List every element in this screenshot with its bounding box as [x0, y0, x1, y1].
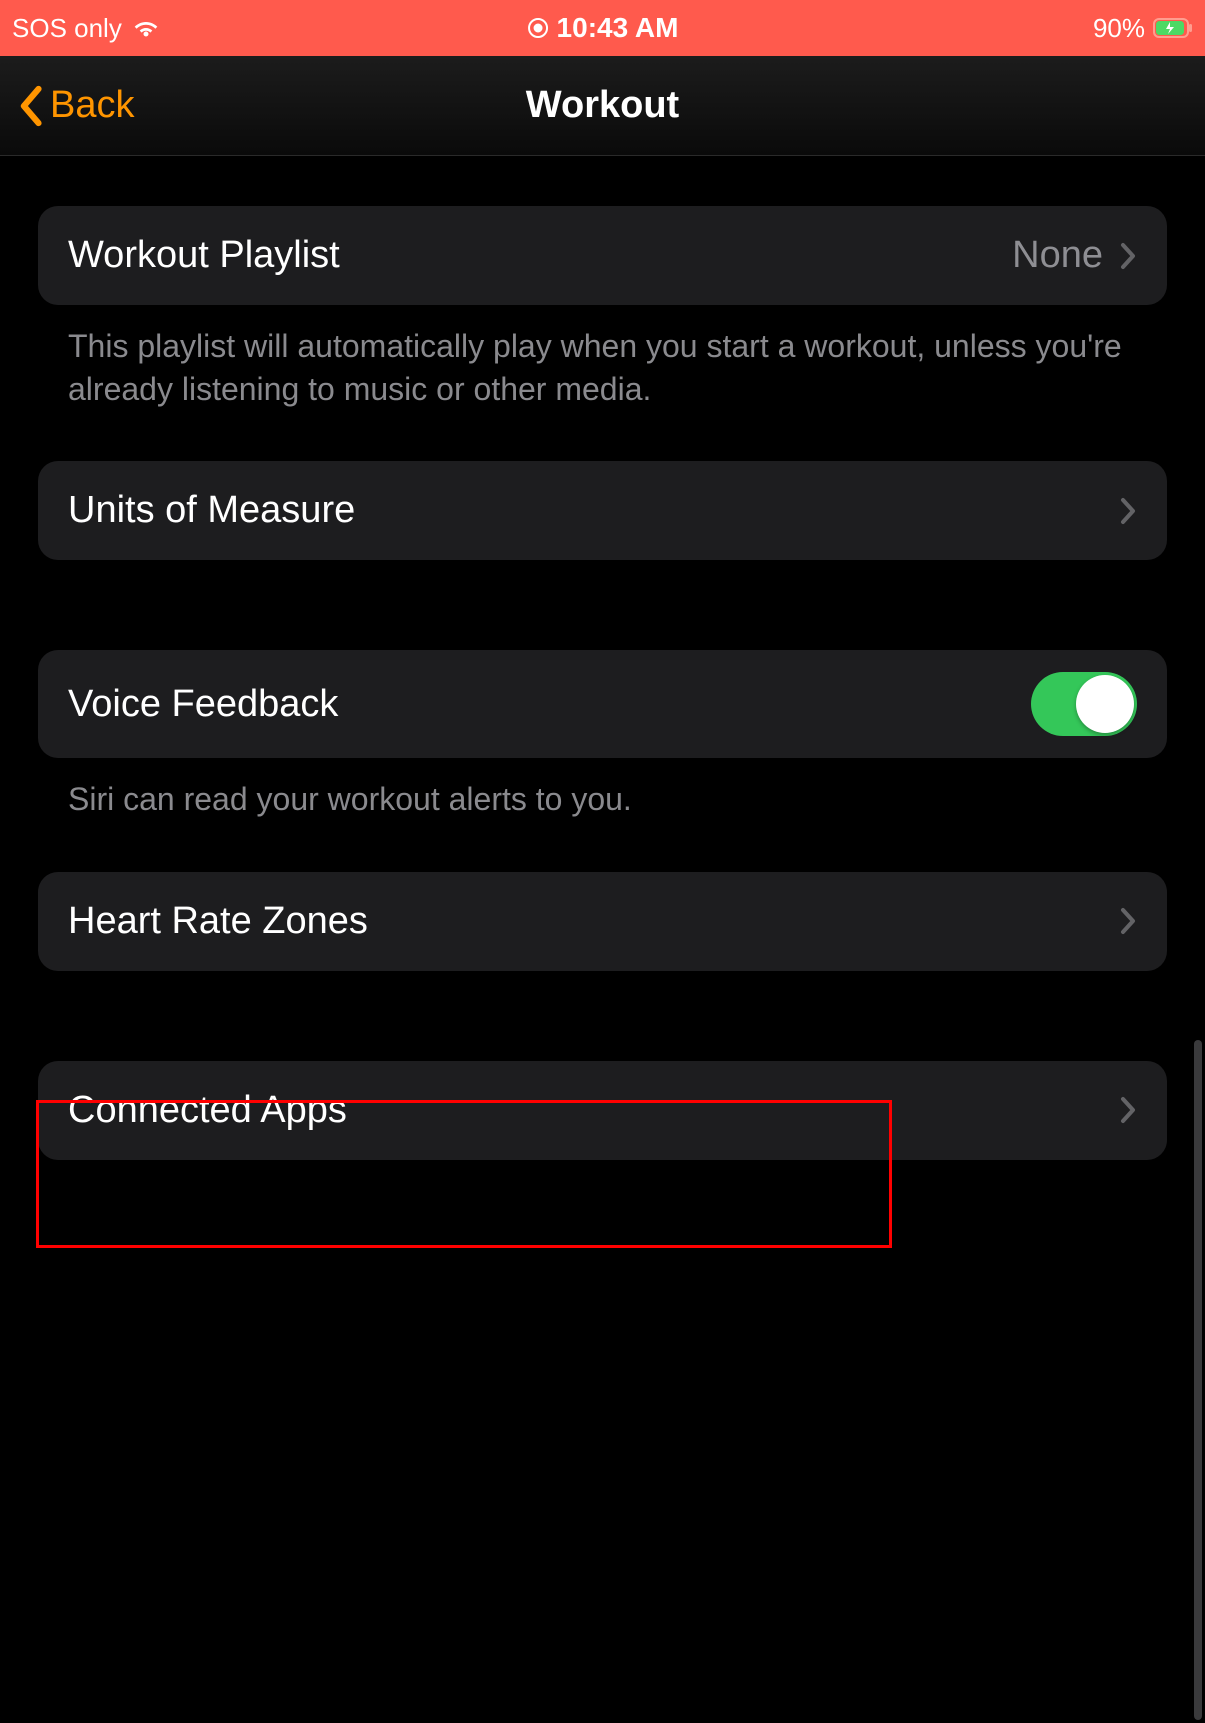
connected-apps-section: Connected Apps [38, 1061, 1167, 1160]
page-title: Workout [526, 84, 679, 127]
status-bar-left: SOS only [12, 13, 160, 44]
chevron-right-icon [1119, 241, 1137, 271]
workout-playlist-row[interactable]: Workout Playlist None [38, 206, 1167, 305]
workout-playlist-value: None [1012, 234, 1103, 277]
connected-apps-row[interactable]: Connected Apps [38, 1061, 1167, 1160]
row-right-accessory: None [1012, 234, 1137, 277]
voice-feedback-toggle[interactable] [1031, 672, 1137, 736]
row-right-accessory [1119, 906, 1137, 936]
workout-playlist-section: Workout Playlist None This playlist will… [38, 206, 1167, 411]
connected-apps-label: Connected Apps [68, 1089, 347, 1132]
content-area: Workout Playlist None This playlist will… [0, 156, 1205, 1160]
heart-rate-zones-section: Heart Rate Zones [38, 872, 1167, 971]
chevron-left-icon [14, 84, 46, 128]
row-right-accessory [1119, 496, 1137, 526]
toggle-knob [1076, 675, 1134, 733]
voice-feedback-section: Voice Feedback Siri can read your workou… [38, 650, 1167, 821]
units-of-measure-section: Units of Measure [38, 461, 1167, 560]
status-bar-right: 90% [1093, 13, 1193, 44]
voice-feedback-row: Voice Feedback [38, 650, 1167, 758]
workout-playlist-footer: This playlist will automatically play wh… [38, 305, 1167, 411]
chevron-right-icon [1119, 906, 1137, 936]
units-of-measure-label: Units of Measure [68, 489, 355, 532]
navigation-bar: Back Workout [0, 56, 1205, 156]
heart-rate-zones-label: Heart Rate Zones [68, 900, 368, 943]
voice-feedback-footer: Siri can read your workout alerts to you… [38, 758, 1167, 821]
wifi-icon [132, 17, 160, 39]
time-label: 10:43 AM [557, 12, 679, 44]
status-bar-center: 10:43 AM [527, 12, 679, 44]
battery-percent-label: 90% [1093, 13, 1145, 44]
status-bar: SOS only 10:43 AM 90% [0, 0, 1205, 56]
back-button[interactable]: Back [14, 84, 134, 128]
battery-charging-icon [1153, 18, 1193, 38]
heart-rate-zones-row[interactable]: Heart Rate Zones [38, 872, 1167, 971]
voice-feedback-label: Voice Feedback [68, 683, 338, 726]
workout-playlist-label: Workout Playlist [68, 234, 340, 277]
units-of-measure-row[interactable]: Units of Measure [38, 461, 1167, 560]
chevron-right-icon [1119, 1095, 1137, 1125]
row-right-accessory [1119, 1095, 1137, 1125]
back-label: Back [50, 84, 134, 127]
scrollbar[interactable] [1194, 1040, 1202, 1720]
carrier-label: SOS only [12, 13, 122, 44]
location-services-icon [527, 17, 549, 39]
chevron-right-icon [1119, 496, 1137, 526]
